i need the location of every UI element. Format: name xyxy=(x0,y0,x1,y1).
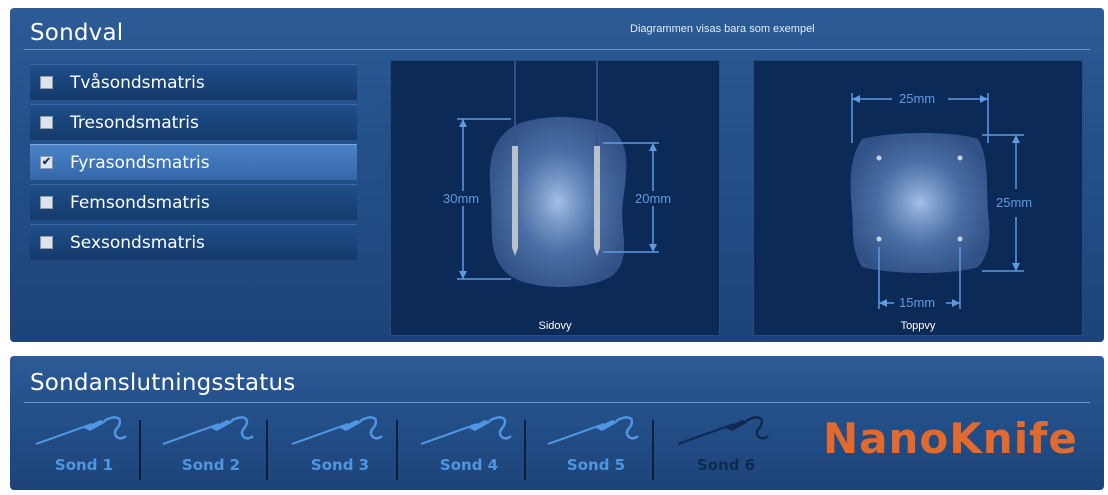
option-label: Sexsondsmatris xyxy=(70,232,205,253)
probe-divider xyxy=(139,420,141,480)
top-view-caption: Toppvy xyxy=(900,320,936,332)
probe-4-status: Sond 4 xyxy=(405,412,533,482)
probe-divider xyxy=(524,420,526,480)
checkbox[interactable]: ✔ xyxy=(40,156,53,169)
probe-3-status: Sond 3 xyxy=(276,412,404,482)
probe-array-options: Tvåsondsmatris Tresondsmatris ✔ Fyrasond… xyxy=(30,64,357,264)
active-length-label: 20mm xyxy=(633,191,674,206)
option-label: Fyrasondsmatris xyxy=(70,152,210,173)
probe-selection-panel: Sondval Diagrammen visas bara som exempe… xyxy=(10,8,1104,342)
nanoknife-logo: NanoKnife xyxy=(823,414,1078,463)
checkbox[interactable] xyxy=(40,236,53,249)
probe-label: Sond 1 xyxy=(54,456,114,474)
probe-connection-status-panel: Sondanslutningsstatus Sond 1 Sond 2 Sond… xyxy=(10,356,1104,490)
title-divider xyxy=(24,49,1090,50)
option-four-probe-array[interactable]: ✔ Fyrasondsmatris xyxy=(30,144,357,180)
title-divider xyxy=(24,402,1090,403)
checkbox[interactable] xyxy=(40,116,53,129)
probe-icon xyxy=(547,416,639,445)
probe-5-status: Sond 5 xyxy=(532,412,660,482)
panel-title: Sondval xyxy=(30,20,124,46)
probe-icon xyxy=(35,416,127,445)
option-three-probe-array[interactable]: Tresondsmatris xyxy=(30,104,357,140)
option-label: Tvåsondsmatris xyxy=(70,72,205,93)
probe-divider xyxy=(396,420,398,480)
probe-label: Sond 3 xyxy=(310,456,370,474)
top-view-diagram: 25mm 25mm 15mm Toppvy xyxy=(753,60,1083,336)
probe-status-row: Sond 1 Sond 2 Sond 3 Sond 4 Sond 5 Sond … xyxy=(10,412,810,482)
probe-label: Sond 5 xyxy=(566,456,626,474)
checkbox[interactable] xyxy=(40,196,53,209)
example-note: Diagrammen visas bara som exempel xyxy=(630,23,815,35)
probe-icon xyxy=(420,416,512,445)
probe-icon xyxy=(291,416,383,445)
checkbox[interactable] xyxy=(40,76,53,89)
probe-divider xyxy=(266,420,268,480)
height-dimension-label: 30mm xyxy=(441,191,482,206)
width-dimension-label: 25mm xyxy=(899,91,936,106)
probe-divider xyxy=(652,420,654,480)
option-five-probe-array[interactable]: Femsondsmatris xyxy=(30,184,357,220)
side-view-caption: Sidovy xyxy=(538,320,572,332)
spacing-dimension-label: 15mm xyxy=(899,295,936,310)
probe-2-status: Sond 2 xyxy=(147,412,275,482)
probe-icon xyxy=(162,416,254,445)
probe-label: Sond 6 xyxy=(696,456,756,474)
probe-label: Sond 2 xyxy=(181,456,241,474)
probe-1-status: Sond 1 xyxy=(20,412,148,482)
option-two-probe-array[interactable]: Tvåsondsmatris xyxy=(30,64,357,100)
option-label: Tresondsmatris xyxy=(70,112,199,133)
probe-icon xyxy=(677,416,769,445)
option-label: Femsondsmatris xyxy=(70,192,210,213)
probe-label: Sond 4 xyxy=(439,456,499,474)
side-view-diagram: 30mm 20mm Sidovy xyxy=(390,60,720,336)
option-six-probe-array[interactable]: Sexsondsmatris xyxy=(30,224,357,260)
panel-title: Sondanslutningsstatus xyxy=(30,370,296,396)
probe-6-status: Sond 6 xyxy=(662,412,790,482)
depth-dimension-label: 25mm xyxy=(996,195,1033,210)
